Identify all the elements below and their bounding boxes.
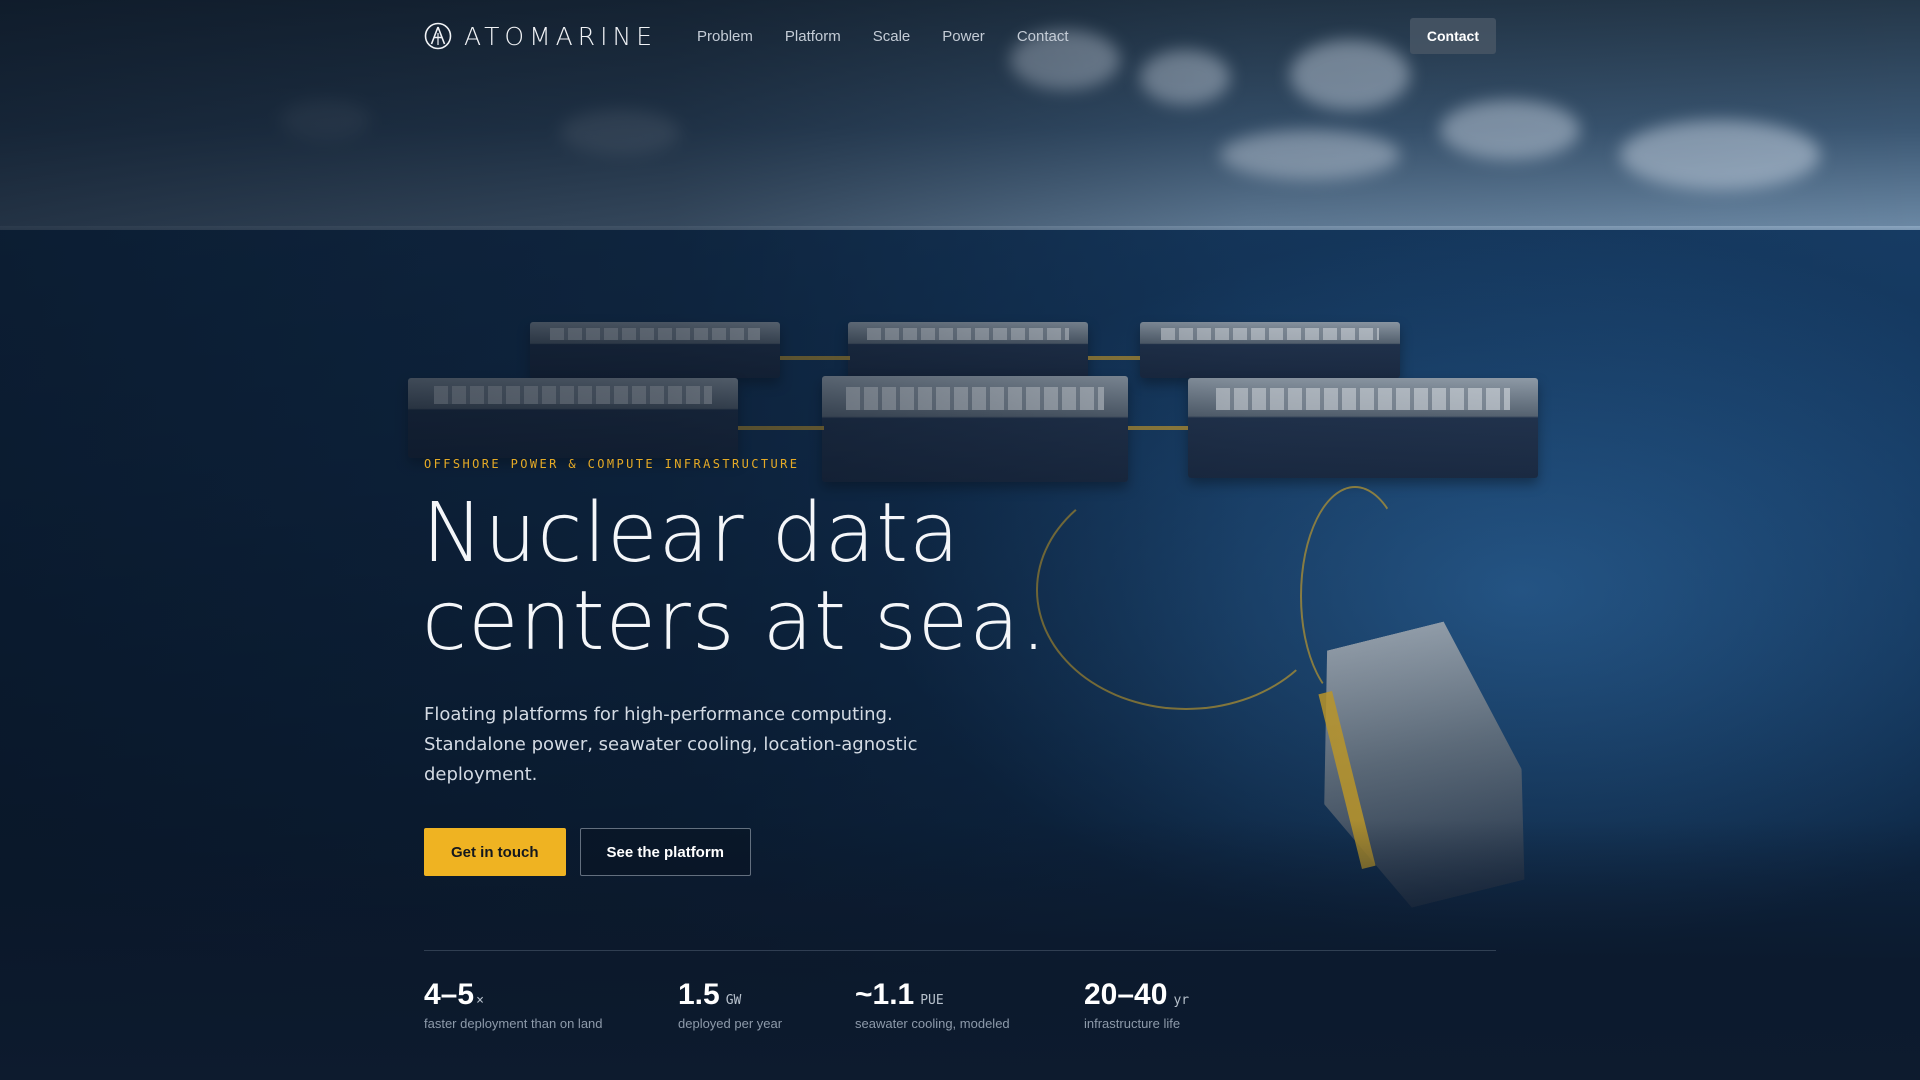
stat-value: 1.5 — [678, 978, 720, 1011]
nav-link-power[interactable]: Power — [942, 28, 985, 45]
hero-eyebrow: OFFSHORE POWER & COMPUTE INFRASTRUCTURE — [424, 457, 800, 471]
stat-label: deployed per year — [678, 1016, 783, 1031]
stat-unit: yr — [1173, 993, 1190, 1008]
headline-line-1: Nuclear data — [422, 486, 961, 581]
stats-divider — [424, 950, 1496, 951]
headline-line-2: centers at sea. — [422, 574, 1048, 669]
nav-link-scale[interactable]: Scale — [873, 28, 911, 45]
hero-headline: Nuclear data centers at sea. — [422, 490, 1222, 666]
hero-subcopy: Floating platforms for high-performance … — [424, 704, 918, 785]
see-platform-button[interactable]: See the platform — [579, 828, 752, 876]
brand-logo[interactable]: ATOMARINE — [424, 18, 657, 54]
stat-value: ~1.1 — [855, 978, 915, 1011]
stat-pue: ~1.1 PUE seawater cooling, modeled — [855, 978, 1010, 1031]
nav-links: Problem Platform Scale Power Contact — [697, 28, 1068, 45]
stat-value: 20–40 — [1084, 978, 1168, 1011]
stat-unit: GW — [725, 993, 742, 1008]
stat-deployment-speed: 4–5 × faster deployment than on land — [424, 978, 603, 1031]
stat-label: infrastructure life — [1084, 1016, 1181, 1031]
stat-lifespan: 20–40 yr infrastructure life — [1084, 978, 1189, 1031]
stat-capacity: 1.5 GW deployed per year — [678, 978, 782, 1031]
nav-link-problem[interactable]: Problem — [697, 28, 753, 45]
nav-contact-button[interactable]: Contact — [1409, 18, 1496, 54]
nav-link-platform[interactable]: Platform — [785, 28, 841, 45]
get-in-touch-button[interactable]: Get in touch — [424, 828, 566, 876]
stat-unit: PUE — [920, 993, 944, 1008]
stat-label: faster deployment than on land — [424, 1016, 603, 1031]
stat-unit: × — [476, 993, 484, 1008]
stat-value: 4–5 — [424, 978, 475, 1011]
hero-actions: Get in touch See the platform — [424, 828, 752, 876]
atom-logo-icon — [424, 22, 452, 50]
nav-link-contact[interactable]: Contact — [1017, 28, 1069, 45]
stat-label: seawater cooling, modeled — [855, 1016, 1010, 1031]
brand-wordmark: ATOMARINE — [464, 21, 658, 51]
top-nav: ATOMARINE Problem Platform Scale Power C… — [424, 18, 1496, 54]
